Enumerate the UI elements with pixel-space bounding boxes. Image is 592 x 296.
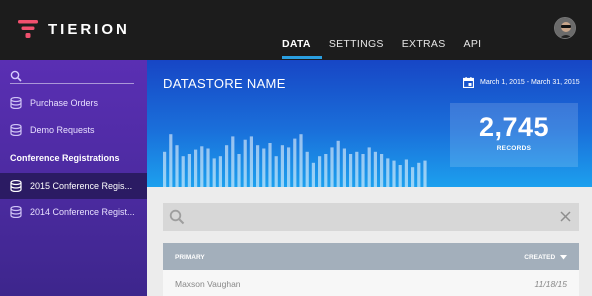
activity-bar <box>187 154 191 187</box>
close-icon[interactable] <box>560 211 571 222</box>
sidebar-item-label: 2014 Conference Regist... <box>30 207 135 217</box>
column-created[interactable]: CREATED <box>524 254 567 261</box>
sidebar-item-label: Demo Requests <box>30 125 95 135</box>
sidebar-item-2015-conference[interactable]: 2015 Conference Regis... <box>0 173 147 199</box>
activity-bar <box>175 145 179 187</box>
top-bar: TIERION DATA SETTINGS EXTRAS API <box>0 0 592 60</box>
sidebar-item-label: 2015 Conference Regis... <box>30 181 133 191</box>
datastore-banner: DATASTORE NAME March 1, 2015 - March 31,… <box>147 60 592 187</box>
activity-bar <box>336 140 340 187</box>
activity-bar <box>373 151 377 187</box>
table-row[interactable]: Maxson Vaughan 11/18/15 <box>163 270 579 296</box>
logo[interactable]: TIERION <box>18 19 130 39</box>
activity-bar <box>330 147 334 187</box>
activity-bar <box>355 151 359 187</box>
activity-bar <box>386 158 390 187</box>
activity-bar <box>212 158 216 187</box>
records-search-input[interactable] <box>163 203 579 231</box>
activity-bar <box>398 165 402 187</box>
chevron-down-icon <box>560 254 567 260</box>
date-range-text: March 1, 2015 - March 31, 2015 <box>480 79 580 86</box>
activity-bar <box>231 136 235 187</box>
activity-bar <box>243 139 247 187</box>
records-panel: PRIMARY CREATED Maxson Vaughan 11/18/15 <box>147 187 592 296</box>
activity-bar <box>274 156 278 187</box>
activity-bar-chart <box>163 134 427 187</box>
activity-bar <box>181 156 185 187</box>
sidebar-item-2014-conference[interactable]: 2014 Conference Regist... <box>0 199 147 225</box>
nav-settings[interactable]: SETTINGS <box>329 38 384 50</box>
nav-api[interactable]: API <box>464 38 482 50</box>
sidebar-item-label: Purchase Orders <box>30 98 99 108</box>
date-range-picker[interactable]: March 1, 2015 - March 31, 2015 <box>463 77 580 88</box>
activity-bar <box>206 148 210 187</box>
tierion-logo-icon <box>18 19 38 39</box>
active-nav-indicator <box>282 56 322 59</box>
database-icon <box>10 205 22 219</box>
sidebar-search-input[interactable] <box>10 70 134 84</box>
activity-bar <box>349 154 353 187</box>
database-icon <box>10 96 22 110</box>
activity-bar <box>404 159 408 187</box>
activity-bar <box>392 160 396 187</box>
main-nav: DATA SETTINGS EXTRAS API <box>282 38 499 50</box>
sidebar-item-demo-requests[interactable]: Demo Requests <box>0 117 147 143</box>
activity-bar <box>417 162 421 187</box>
activity-bar <box>200 146 204 187</box>
sidebar: Purchase Orders Demo Requests Conference… <box>0 60 147 296</box>
activity-bar <box>287 147 291 187</box>
activity-bar <box>163 151 167 187</box>
datastore-title: DATASTORE NAME <box>163 76 286 91</box>
sidebar-section-header: Conference Registrations <box>10 153 120 163</box>
activity-bar <box>423 160 427 187</box>
database-icon <box>10 123 22 137</box>
activity-bar <box>299 134 303 187</box>
activity-bar <box>280 145 284 187</box>
database-icon <box>10 179 22 193</box>
activity-bar <box>411 167 415 187</box>
search-icon <box>10 70 22 82</box>
activity-bar <box>293 138 297 187</box>
activity-bar <box>367 147 371 187</box>
activity-bar <box>361 154 365 187</box>
search-icon <box>169 209 185 225</box>
calendar-icon <box>463 77 474 88</box>
activity-bar <box>380 154 384 187</box>
activity-bar <box>318 156 322 187</box>
records-label: RECORDS <box>496 145 532 152</box>
row-created: 11/18/15 <box>534 279 567 289</box>
sidebar-item-purchase-orders[interactable]: Purchase Orders <box>0 90 147 116</box>
activity-bar <box>311 162 315 187</box>
column-primary[interactable]: PRIMARY <box>175 254 205 261</box>
activity-bar <box>262 148 266 187</box>
column-created-label: CREATED <box>524 254 556 261</box>
app-name: TIERION <box>48 20 130 38</box>
activity-bar <box>218 156 222 187</box>
activity-bar <box>305 151 309 187</box>
activity-bar <box>237 154 241 187</box>
nav-data[interactable]: DATA <box>282 38 311 50</box>
activity-bar <box>194 149 198 187</box>
activity-bar <box>324 154 328 187</box>
activity-bar <box>169 134 173 187</box>
records-counter: 2,745 RECORDS <box>450 103 578 167</box>
activity-bar <box>249 136 253 187</box>
records-count: 2,745 <box>478 112 550 142</box>
activity-bar <box>225 145 229 187</box>
activity-bar <box>256 145 260 187</box>
nav-extras[interactable]: EXTRAS <box>402 38 446 50</box>
activity-bar <box>342 148 346 187</box>
table-header: PRIMARY CREATED <box>163 243 579 270</box>
avatar[interactable] <box>554 17 576 39</box>
user-photo-icon <box>555 18 575 38</box>
row-primary: Maxson Vaughan <box>175 279 241 289</box>
activity-bar <box>268 143 272 187</box>
